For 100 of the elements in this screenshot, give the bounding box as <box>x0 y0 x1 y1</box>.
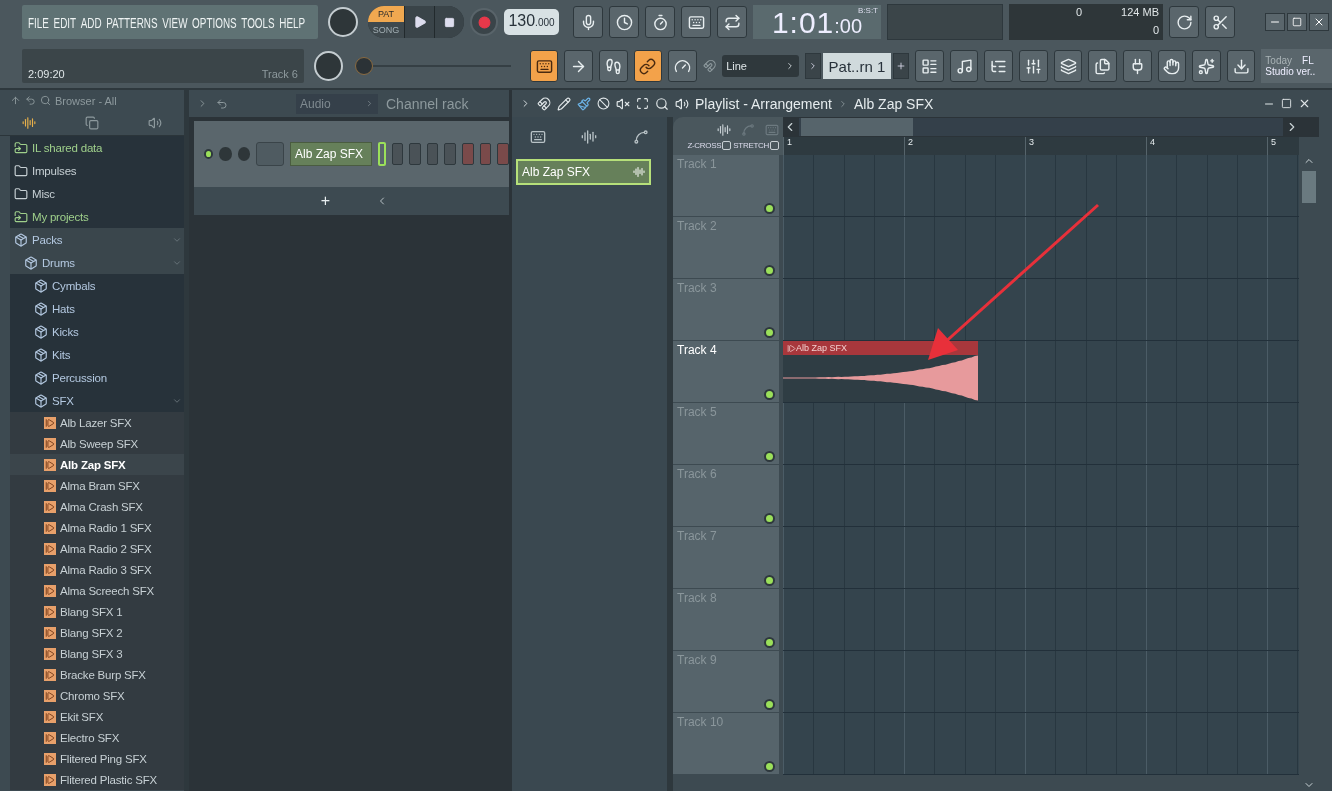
footprints-icon[interactable] <box>599 50 628 82</box>
tempo-field[interactable]: 130.000 <box>504 9 559 35</box>
hand-icon[interactable] <box>1157 50 1187 82</box>
browser-item[interactable]: Impulses <box>10 159 184 182</box>
download-icon[interactable] <box>1226 50 1256 82</box>
layers-icon[interactable] <box>1053 50 1083 82</box>
browser-item[interactable]: Kits <box>10 343 184 366</box>
browser-item[interactable]: Alma Radio 3 SFX <box>10 559 184 580</box>
browser-item[interactable]: Alb Zap SFX <box>10 454 184 475</box>
channel-led[interactable] <box>204 149 214 159</box>
mixer-track-field[interactable] <box>255 142 285 166</box>
volume-knob[interactable] <box>328 7 358 37</box>
list-icon[interactable] <box>984 50 1014 82</box>
curve-icon <box>741 122 755 137</box>
mute-led[interactable] <box>764 451 775 462</box>
mute-led[interactable] <box>764 327 775 338</box>
browser-item[interactable]: Alma Screech SFX <box>10 580 184 601</box>
menu-item[interactable]: EDIT <box>53 13 77 31</box>
pitch-knob[interactable] <box>313 51 343 81</box>
audio-file-icon <box>44 542 56 555</box>
channel-select-indicator[interactable] <box>378 142 386 166</box>
browser-item[interactable]: Alb Lazer SFX <box>10 412 184 433</box>
browser-item[interactable]: Alma Radio 1 SFX <box>10 517 184 538</box>
keyboard-icon[interactable] <box>529 50 559 82</box>
browser-item[interactable]: Percussion <box>10 366 184 389</box>
browser-item[interactable]: Packs <box>10 228 184 251</box>
browser-item[interactable]: Alb Sweep SFX <box>10 433 184 454</box>
browser-item[interactable]: Kicks <box>10 320 184 343</box>
browser-item[interactable]: Cymbals <box>10 274 184 297</box>
news-panel[interactable]: Today FL Studio ver.. <box>1261 49 1332 83</box>
browser-item[interactable]: My projects <box>10 205 184 228</box>
browser-item[interactable]: Drums <box>10 251 184 274</box>
mute-led[interactable] <box>764 761 775 772</box>
scrollbar-thumb[interactable] <box>1302 171 1316 203</box>
mode-tab[interactable]: PAT <box>368 6 404 22</box>
files-icon <box>85 116 99 131</box>
mute-led[interactable] <box>764 513 775 524</box>
mixer-icon[interactable] <box>1019 50 1048 82</box>
play-button[interactable] <box>404 6 434 38</box>
menu-item[interactable]: ADD <box>80 13 102 31</box>
add-channel-button[interactable]: + <box>314 192 337 210</box>
playlist-icon[interactable] <box>915 50 944 82</box>
browser-item[interactable]: Alma Bram SFX <box>10 475 184 496</box>
microphone-icon[interactable] <box>573 6 603 38</box>
mute-led[interactable] <box>764 203 775 214</box>
mode-tab[interactable]: SONG <box>368 22 404 38</box>
browser-item[interactable]: Ekit SFX <box>10 706 184 727</box>
browser-item[interactable]: SFX <box>10 389 184 412</box>
link-icon[interactable] <box>633 50 663 82</box>
loop-icon[interactable] <box>717 6 747 38</box>
browser-item[interactable]: Blang SFX 1 <box>10 601 184 622</box>
picker-clip[interactable]: Alb Zap SFX <box>516 159 651 185</box>
time-format-label[interactable]: B:S:T <box>858 6 878 15</box>
clock-icon[interactable] <box>609 6 639 38</box>
snap-dropdown[interactable]: Line <box>722 55 799 77</box>
overview-scrollbar[interactable] <box>799 118 1283 136</box>
timer-icon[interactable] <box>645 6 675 38</box>
mute-led[interactable] <box>764 637 775 648</box>
browser-item[interactable]: Bracke Burp SFX <box>10 664 184 685</box>
stop-button[interactable] <box>434 6 464 38</box>
browser-item[interactable]: Flitered Ping SFX <box>10 748 184 769</box>
z-cross-checkbox[interactable]: Z-CROSS <box>687 140 732 150</box>
browser-item[interactable]: Alma Radio 2 SFX <box>10 538 184 559</box>
menu-item[interactable]: OPTIONS <box>192 13 237 31</box>
files-icon[interactable] <box>1088 50 1117 82</box>
browser-item[interactable]: Blang SFX 2 <box>10 622 184 643</box>
audio-clip[interactable]: Alb Zap SFX <box>783 341 978 402</box>
mute-led[interactable] <box>764 389 775 400</box>
menu-item[interactable]: PATTERNS <box>106 13 158 31</box>
menu-item[interactable]: HELP <box>279 13 306 31</box>
browser-item[interactable]: Alma Crash SFX <box>10 496 184 517</box>
browser-item[interactable]: IL shared data <box>10 136 184 159</box>
browser-item[interactable]: Flitered Plastic SFX <box>10 769 184 790</box>
add-pattern-button[interactable] <box>893 53 910 79</box>
plug-icon[interactable] <box>1122 50 1152 82</box>
menu-item[interactable]: TOOLS <box>241 13 275 31</box>
notes-icon[interactable] <box>949 50 979 82</box>
mute-led[interactable] <box>764 575 775 586</box>
mute-led[interactable] <box>764 265 775 276</box>
minimize-button[interactable] <box>1265 13 1285 31</box>
track-lane[interactable]: Alb Zap SFX <box>783 341 1299 403</box>
channel-button[interactable]: Alb Zap SFX <box>290 142 373 166</box>
keyboard-icon[interactable] <box>681 6 711 38</box>
menu-item[interactable]: FILE <box>28 13 49 31</box>
browser-item[interactable]: Blang SFX 3 <box>10 643 184 664</box>
menu-item[interactable]: VIEW <box>162 13 188 31</box>
gauge-icon[interactable] <box>668 50 697 82</box>
browser-item[interactable]: Hats <box>10 297 184 320</box>
close-button[interactable] <box>1309 13 1329 31</box>
package-icon <box>24 255 38 270</box>
mute-led[interactable] <box>764 699 775 710</box>
stretch-checkbox[interactable]: STRETCH <box>733 140 779 150</box>
browser-item[interactable]: Electro SFX <box>10 727 184 748</box>
scissors-icon[interactable] <box>1205 6 1235 38</box>
slider-thumb[interactable] <box>354 57 373 75</box>
browser-item[interactable]: Misc <box>10 182 184 205</box>
browser-item[interactable]: Chromo SFX <box>10 685 184 706</box>
pattern-selector[interactable]: Pat..rn 1 <box>822 53 892 79</box>
maximize-button[interactable] <box>1287 13 1307 31</box>
sparkles-icon[interactable] <box>1192 50 1221 82</box>
